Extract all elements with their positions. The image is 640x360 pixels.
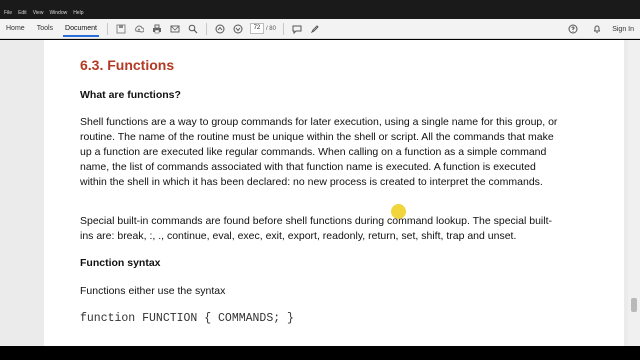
paragraph-builtins: Special built-in commands are found befo… <box>80 215 552 242</box>
menu-help[interactable]: Help <box>73 10 83 16</box>
menu-file[interactable]: File <box>4 10 12 16</box>
cursor-highlight <box>391 204 406 219</box>
page-total: / 80 <box>265 25 276 32</box>
menu-window[interactable]: Window <box>49 10 67 16</box>
document-viewport <box>0 40 640 346</box>
vertical-scrollbar[interactable] <box>628 40 640 346</box>
toolbar-right: Sign In <box>564 19 634 39</box>
tab-home[interactable]: Home <box>0 19 31 39</box>
toolbar-divider <box>205 22 207 35</box>
search-icon[interactable] <box>186 22 200 36</box>
email-icon[interactable] <box>168 22 182 36</box>
toolbar-divider <box>106 22 108 35</box>
scrollbar-thumb[interactable] <box>631 298 637 312</box>
help-icon[interactable] <box>566 22 580 36</box>
bottom-letterbox <box>0 346 640 360</box>
pen-icon[interactable] <box>308 22 322 36</box>
tab-document[interactable]: Document <box>59 19 103 39</box>
section-title: 6.3. Functions <box>80 57 175 73</box>
sign-in-link[interactable]: Sign In <box>612 26 634 33</box>
toolbar-divider <box>282 22 284 35</box>
toolbar: Home Tools Document 72 / 80 Sign In <box>0 19 640 39</box>
menu-bar: File Edit View Window Help <box>0 0 640 19</box>
comment-icon[interactable] <box>290 22 304 36</box>
save-icon[interactable] <box>114 22 128 36</box>
menu-view[interactable]: View <box>33 10 44 16</box>
page-navigator: 72 / 80 <box>249 23 276 34</box>
upload-icon[interactable] <box>132 22 146 36</box>
syntax-heading: Function syntax <box>80 257 161 269</box>
code-snippet: function FUNCTION { COMMANDS; } <box>80 312 294 325</box>
page-up-icon[interactable] <box>213 22 227 36</box>
subheading: What are functions? <box>80 89 181 101</box>
bell-icon[interactable] <box>590 22 604 36</box>
paragraph-syntax-intro: Functions either use the syntax <box>80 285 226 297</box>
menu-edit[interactable]: Edit <box>18 10 27 16</box>
tab-tools[interactable]: Tools <box>31 19 59 39</box>
page-number-input[interactable]: 72 <box>249 23 264 34</box>
paragraph-functions-intro: Shell functions are a way to group comma… <box>80 116 558 188</box>
document-page <box>44 40 624 346</box>
print-icon[interactable] <box>150 22 164 36</box>
page-down-icon[interactable] <box>231 22 245 36</box>
